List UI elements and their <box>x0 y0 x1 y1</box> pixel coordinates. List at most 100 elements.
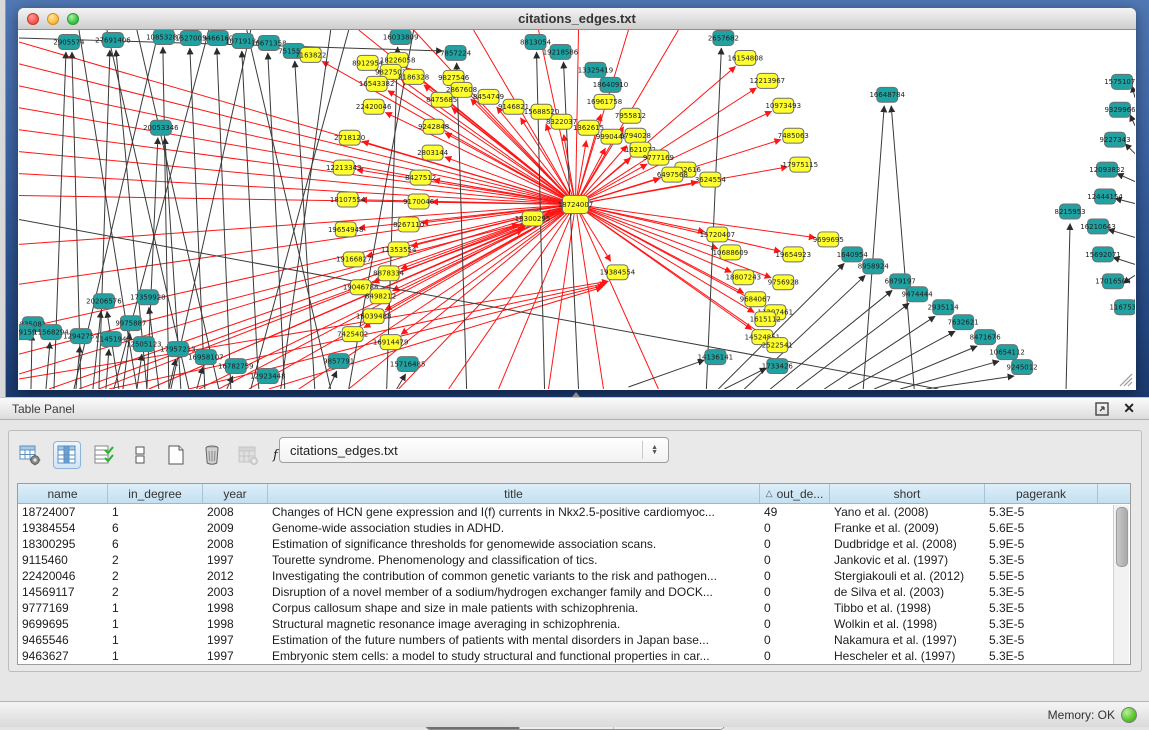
table-cell[interactable]: 1997 <box>203 633 268 647</box>
table-cell[interactable]: 9465546 <box>18 633 108 647</box>
network-node[interactable]: 27691406 <box>95 32 131 47</box>
table-cell[interactable]: 5.3E-5 <box>985 585 1098 599</box>
network-node[interactable]: 19218586 <box>543 44 579 59</box>
network-node[interactable]: 12444154 <box>1087 189 1123 204</box>
network-node[interactable]: 8471676 <box>970 330 1001 345</box>
table-cell[interactable]: 18300295 <box>18 537 108 551</box>
table-cell[interactable]: Yano et al. (2008) <box>830 505 985 519</box>
table-cell[interactable]: 1 <box>108 633 203 647</box>
table-vertical-scrollbar[interactable] <box>1113 505 1129 664</box>
network-edge[interactable] <box>706 48 721 389</box>
memory-ok-indicator[interactable] <box>1121 707 1137 723</box>
table-cell[interactable]: 49 <box>760 505 830 519</box>
table-cell[interactable]: Hescheler et al. (1997) <box>830 649 985 663</box>
table-cell[interactable]: 1 <box>108 601 203 615</box>
network-node[interactable]: 9756928 <box>768 275 799 290</box>
network-node[interactable]: 18724007 <box>558 196 594 214</box>
column-header-in-degree[interactable]: in_degree <box>108 484 203 503</box>
network-node[interactable]: 1733426 <box>762 359 793 374</box>
network-node[interactable]: 14136141 <box>698 350 734 365</box>
network-edge[interactable] <box>242 51 259 389</box>
table-cell[interactable]: 5.6E-5 <box>985 521 1098 535</box>
panel-divider-handle[interactable] <box>572 392 580 397</box>
table-cell[interactable]: 2003 <box>203 585 268 599</box>
network-edge[interactable] <box>576 205 781 252</box>
table-cell[interactable]: 1997 <box>203 649 268 663</box>
table-cell[interactable]: 9777169 <box>18 601 108 615</box>
table-row[interactable]: 1456911722003Disruption of a novel membe… <box>18 584 1130 600</box>
table-cell[interactable]: 9699695 <box>18 617 108 631</box>
column-header-pagerank[interactable]: pagerank <box>985 484 1098 503</box>
table-cell[interactable]: 0 <box>760 553 830 567</box>
network-node[interactable]: 8454749 <box>473 89 504 104</box>
table-cell[interactable]: Structural magnetic resonance image aver… <box>268 617 760 631</box>
table-cell[interactable]: 1998 <box>203 617 268 631</box>
table-cell[interactable]: 9463627 <box>18 649 108 663</box>
network-node[interactable]: 19166827 <box>336 252 372 267</box>
table-row[interactable]: 946554611997Estimation of the future num… <box>18 632 1130 648</box>
network-edge[interactable] <box>295 61 315 389</box>
table-cell[interactable]: 18724007 <box>18 505 108 519</box>
network-canvas[interactable]: 2905574276914061085328715270039466160107… <box>19 30 1135 389</box>
row-height-icon[interactable] <box>127 442 153 468</box>
network-node[interactable]: 9699695 <box>813 232 844 247</box>
network-node[interactable]: 2803144 <box>417 145 449 160</box>
table-row[interactable]: 1830029562008Estimation of significance … <box>18 536 1130 552</box>
table-cell[interactable]: 0 <box>760 617 830 631</box>
table-cell[interactable]: 5.3E-5 <box>985 633 1098 647</box>
network-node[interactable]: 8813054 <box>520 34 552 49</box>
table-cell[interactable]: 1 <box>108 649 203 663</box>
network-node[interactable]: 8215953 <box>1055 204 1086 219</box>
network-node[interactable]: 1167534 <box>1109 300 1135 315</box>
table-cell[interactable]: 0 <box>760 521 830 535</box>
table-cell[interactable]: Estimation of significance thresholds fo… <box>268 537 760 551</box>
network-node[interactable]: 15716485 <box>390 357 426 372</box>
network-node[interactable]: 18640910 <box>593 77 629 92</box>
network-node[interactable]: 20206576 <box>86 294 122 309</box>
table-cell[interactable]: 5.9E-5 <box>985 537 1098 551</box>
table-cell[interactable]: 6 <box>108 537 203 551</box>
network-edge[interactable] <box>190 48 205 389</box>
network-node[interactable]: 22420046 <box>356 99 392 114</box>
network-node[interactable]: 9857791 <box>323 354 354 369</box>
network-node[interactable]: 18107554 <box>330 192 366 207</box>
network-edge[interactable] <box>848 331 955 389</box>
network-node[interactable]: 7632621 <box>948 315 979 330</box>
network-node[interactable]: 9329966 <box>1104 102 1135 117</box>
table-cell[interactable]: 2008 <box>203 537 268 551</box>
network-edge[interactable] <box>19 64 576 205</box>
network-edge[interactable] <box>770 290 892 389</box>
table-cell[interactable]: 1 <box>108 617 203 631</box>
table-cell[interactable]: 0 <box>760 601 830 615</box>
table-cell[interactable]: 2 <box>108 569 203 583</box>
network-table-dropdown[interactable]: citations_edges.txt ▲▼ <box>279 437 669 463</box>
network-edge[interactable] <box>1132 86 1135 98</box>
network-edge[interactable] <box>19 42 576 205</box>
network-node[interactable]: 16914479 <box>373 335 409 350</box>
network-edge[interactable] <box>863 106 884 389</box>
network-node[interactable]: 16961758 <box>587 94 623 109</box>
network-edge[interactable] <box>499 205 576 389</box>
table-cell[interactable]: 1 <box>108 505 203 519</box>
table-cell[interactable]: Estimation of the future numbers of pati… <box>268 633 760 647</box>
table-cell[interactable]: Jankovic et al. (1997) <box>830 553 985 567</box>
scrollbar-thumb[interactable] <box>1116 507 1128 567</box>
table-cell[interactable]: Franke et al. (2009) <box>830 521 985 535</box>
table-cell[interactable]: de Silva et al. (2003) <box>830 585 985 599</box>
network-node[interactable]: 16210643 <box>1080 219 1116 234</box>
network-node[interactable]: 12505123 <box>126 337 162 352</box>
network-node[interactable]: 17359928 <box>130 290 166 305</box>
network-node[interactable]: 15692071 <box>1085 247 1121 262</box>
table-cell[interactable]: 5.3E-5 <box>985 649 1098 663</box>
network-edge[interactable] <box>1130 115 1135 126</box>
table-cell[interactable]: Dudbridge et al. (2008) <box>830 537 985 551</box>
network-node[interactable]: 9684067 <box>740 292 771 307</box>
network-edge[interactable] <box>268 53 285 389</box>
network-node[interactable]: 2718120 <box>334 130 365 145</box>
column-header-out-de-[interactable]: △out_de... <box>760 484 830 503</box>
network-node[interactable]: 3624554 <box>695 172 727 187</box>
table-cell[interactable]: Wolkin et al. (1998) <box>830 617 985 631</box>
select-columns-icon[interactable] <box>91 442 117 468</box>
table-cell[interactable]: 5.3E-5 <box>985 601 1098 615</box>
table-cell[interactable]: 2 <box>108 585 203 599</box>
